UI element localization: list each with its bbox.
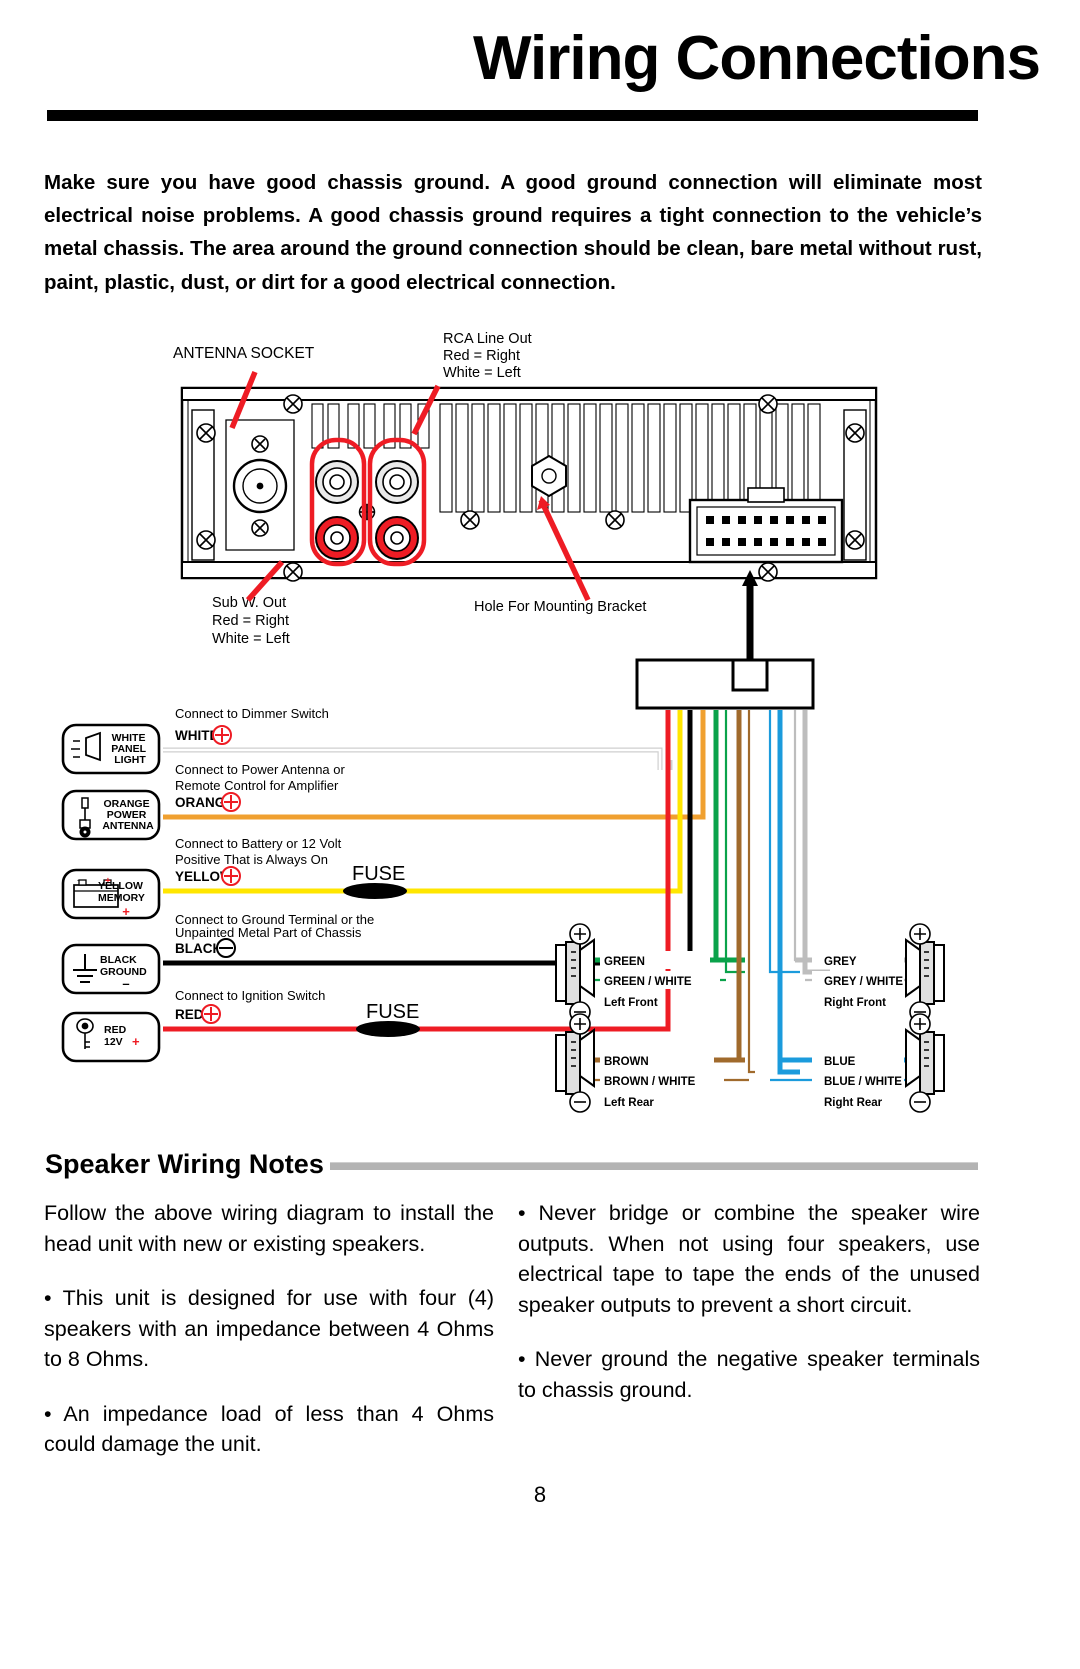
- terminal-negative-right-rear: [909, 1091, 931, 1113]
- iso-connector-socket: [688, 487, 844, 564]
- svg-text:FUSE: FUSE: [366, 1001, 419, 1023]
- note-paragraph: • This unit is designed for use with fou…: [44, 1286, 494, 1372]
- title-divider: [47, 110, 978, 121]
- head-unit-rear-panel: [180, 370, 878, 602]
- page-title: Wiring Connections: [473, 24, 1041, 93]
- svg-text:ORANGE POWER ANTEN: ORANGE POWER ANTENNA: [102, 798, 154, 832]
- svg-text:YELLOW MEMORY: YELLOW MEMORY: [98, 880, 146, 904]
- svg-text:Left Rear: Left Rear: [604, 1097, 654, 1109]
- wire-box-red-12v: RED 12V +: [61, 1011, 161, 1063]
- rca-jack-white-left: [315, 460, 359, 504]
- svg-text:Right Rear: Right Rear: [824, 1097, 883, 1109]
- svg-text:WHITE PANEL LIGHT: WHITE PANEL LIGHT: [111, 732, 149, 766]
- svg-text:Connect to Ground Terminal or: Connect to Ground Terminal or the Unpain…: [175, 912, 378, 940]
- svg-text:Left Front: Left Front: [604, 997, 658, 1009]
- svg-text:WHITE: WHITE: [175, 728, 219, 743]
- rca-jack-red-left: [315, 516, 359, 560]
- svg-text:Connect to Ignition Switch: Connect to Ignition Switch: [175, 988, 325, 1003]
- fuse-yellow: [343, 883, 407, 899]
- callout-antenna-socket: ANTENNA SOCKET: [173, 345, 315, 362]
- speaker-icon: [905, 1028, 945, 1095]
- page-number: 8: [533, 1482, 547, 1507]
- speaker-icon: [905, 938, 945, 1005]
- svg-text:Right Front: Right Front: [824, 997, 886, 1009]
- svg-text:–: –: [122, 976, 129, 991]
- svg-text:BROWN / WHITE: BROWN / WHITE: [604, 1076, 696, 1088]
- svg-text:Connect to Power Antenna or: Connect to Power Antenna or Remote Contr…: [175, 762, 348, 793]
- svg-text:+: +: [132, 1034, 140, 1049]
- svg-text:BLACK: BLACK: [175, 941, 222, 956]
- svg-text:BLUE / WHITE: BLUE / WHITE: [824, 1076, 902, 1088]
- mounting-bracket-hole: [531, 454, 567, 498]
- callout-sub-w-out: Sub W. Out Red = Right White = Left: [212, 595, 293, 647]
- speaker-icon: [555, 1028, 595, 1095]
- wiring-diagram: ANTENNA SOCKET RCA Line Out Red = Right …: [0, 300, 1080, 1140]
- notes-column-left: Follow the above wiring diagram to insta…: [44, 1198, 494, 1460]
- note-paragraph: • Never bridge or combine the speaker wi…: [518, 1201, 980, 1317]
- wire-box-orange-power-antenna: ORANGE POWER ANTENNA: [61, 789, 161, 841]
- callout-mounting-bracket: Hole For Mounting Bracket: [474, 599, 646, 615]
- svg-text:GREEN / WHITE: GREEN / WHITE: [604, 976, 692, 988]
- speaker-right-front: GREY GREY / WHITE Right Front: [795, 923, 945, 1023]
- wire-box-yellow-memory: - + + YELLOW MEMORY: [61, 868, 161, 920]
- note-paragraph: Follow the above wiring diagram to insta…: [44, 1201, 494, 1256]
- intro-paragraph: Make sure you have good chassis ground. …: [44, 171, 982, 294]
- speaker-right-rear: BLUE BLUE / WHITE Right Rear: [770, 1013, 945, 1113]
- svg-text:BROWN: BROWN: [604, 1056, 649, 1068]
- wiring-harness-plug: [635, 570, 815, 710]
- svg-text:BLUE: BLUE: [824, 1056, 856, 1068]
- speaker-wiring-notes-heading: Speaker Wiring Notes: [45, 1149, 324, 1179]
- speaker-wire-bundle: [713, 710, 830, 1075]
- speaker-left-front: GREEN GREEN / WHITE Left Front: [555, 923, 726, 1023]
- fuse-red: [356, 1021, 420, 1037]
- callout-rca-line-out: RCA Line Out Red = Right White = Left: [443, 331, 536, 381]
- svg-text:Connect to Dimmer Switch: Connect to Dimmer Switch: [175, 706, 329, 721]
- terminal-positive-left-rear: [569, 1013, 591, 1035]
- svg-text:FUSE: FUSE: [352, 863, 405, 885]
- note-paragraph: • Never ground the negative speaker term…: [518, 1347, 980, 1402]
- wire-box-white-panel-light: WHITE PANEL LIGHT: [61, 723, 161, 775]
- wire-box-black-ground: BLACK GROUND –: [61, 943, 161, 995]
- speaker-icon: [555, 938, 595, 1005]
- wire-run-orange: Connect to Power Antenna or Remote Contr…: [163, 710, 706, 820]
- terminal-positive-right-rear: [909, 1013, 931, 1035]
- terminal-negative-left-rear: [569, 1091, 591, 1113]
- svg-text:RED: RED: [175, 1007, 204, 1022]
- terminal-positive-right-front: [909, 923, 931, 945]
- note-paragraph: • An impedance load of less than 4 Ohms …: [44, 1401, 494, 1457]
- svg-text:GREEN: GREEN: [604, 956, 645, 968]
- svg-text:Connect to Battery or 12 Volt: Connect to Battery or 12 Volt Positive T…: [175, 836, 345, 867]
- notes-column-right: • Never bridge or combine the speaker wi…: [518, 1198, 980, 1405]
- svg-text:GREY: GREY: [824, 956, 857, 968]
- svg-text:-: -: [77, 875, 80, 885]
- terminal-positive-left-front: [569, 923, 591, 945]
- rca-jack-white-right: [375, 460, 419, 504]
- notes-divider: [330, 1162, 978, 1170]
- rca-jack-red-right: [375, 516, 419, 560]
- svg-text:+: +: [122, 904, 130, 919]
- svg-text:GREY / WHITE: GREY / WHITE: [824, 976, 903, 988]
- wire-run-white: Connect to Dimmer Switch WHITE: [163, 706, 673, 770]
